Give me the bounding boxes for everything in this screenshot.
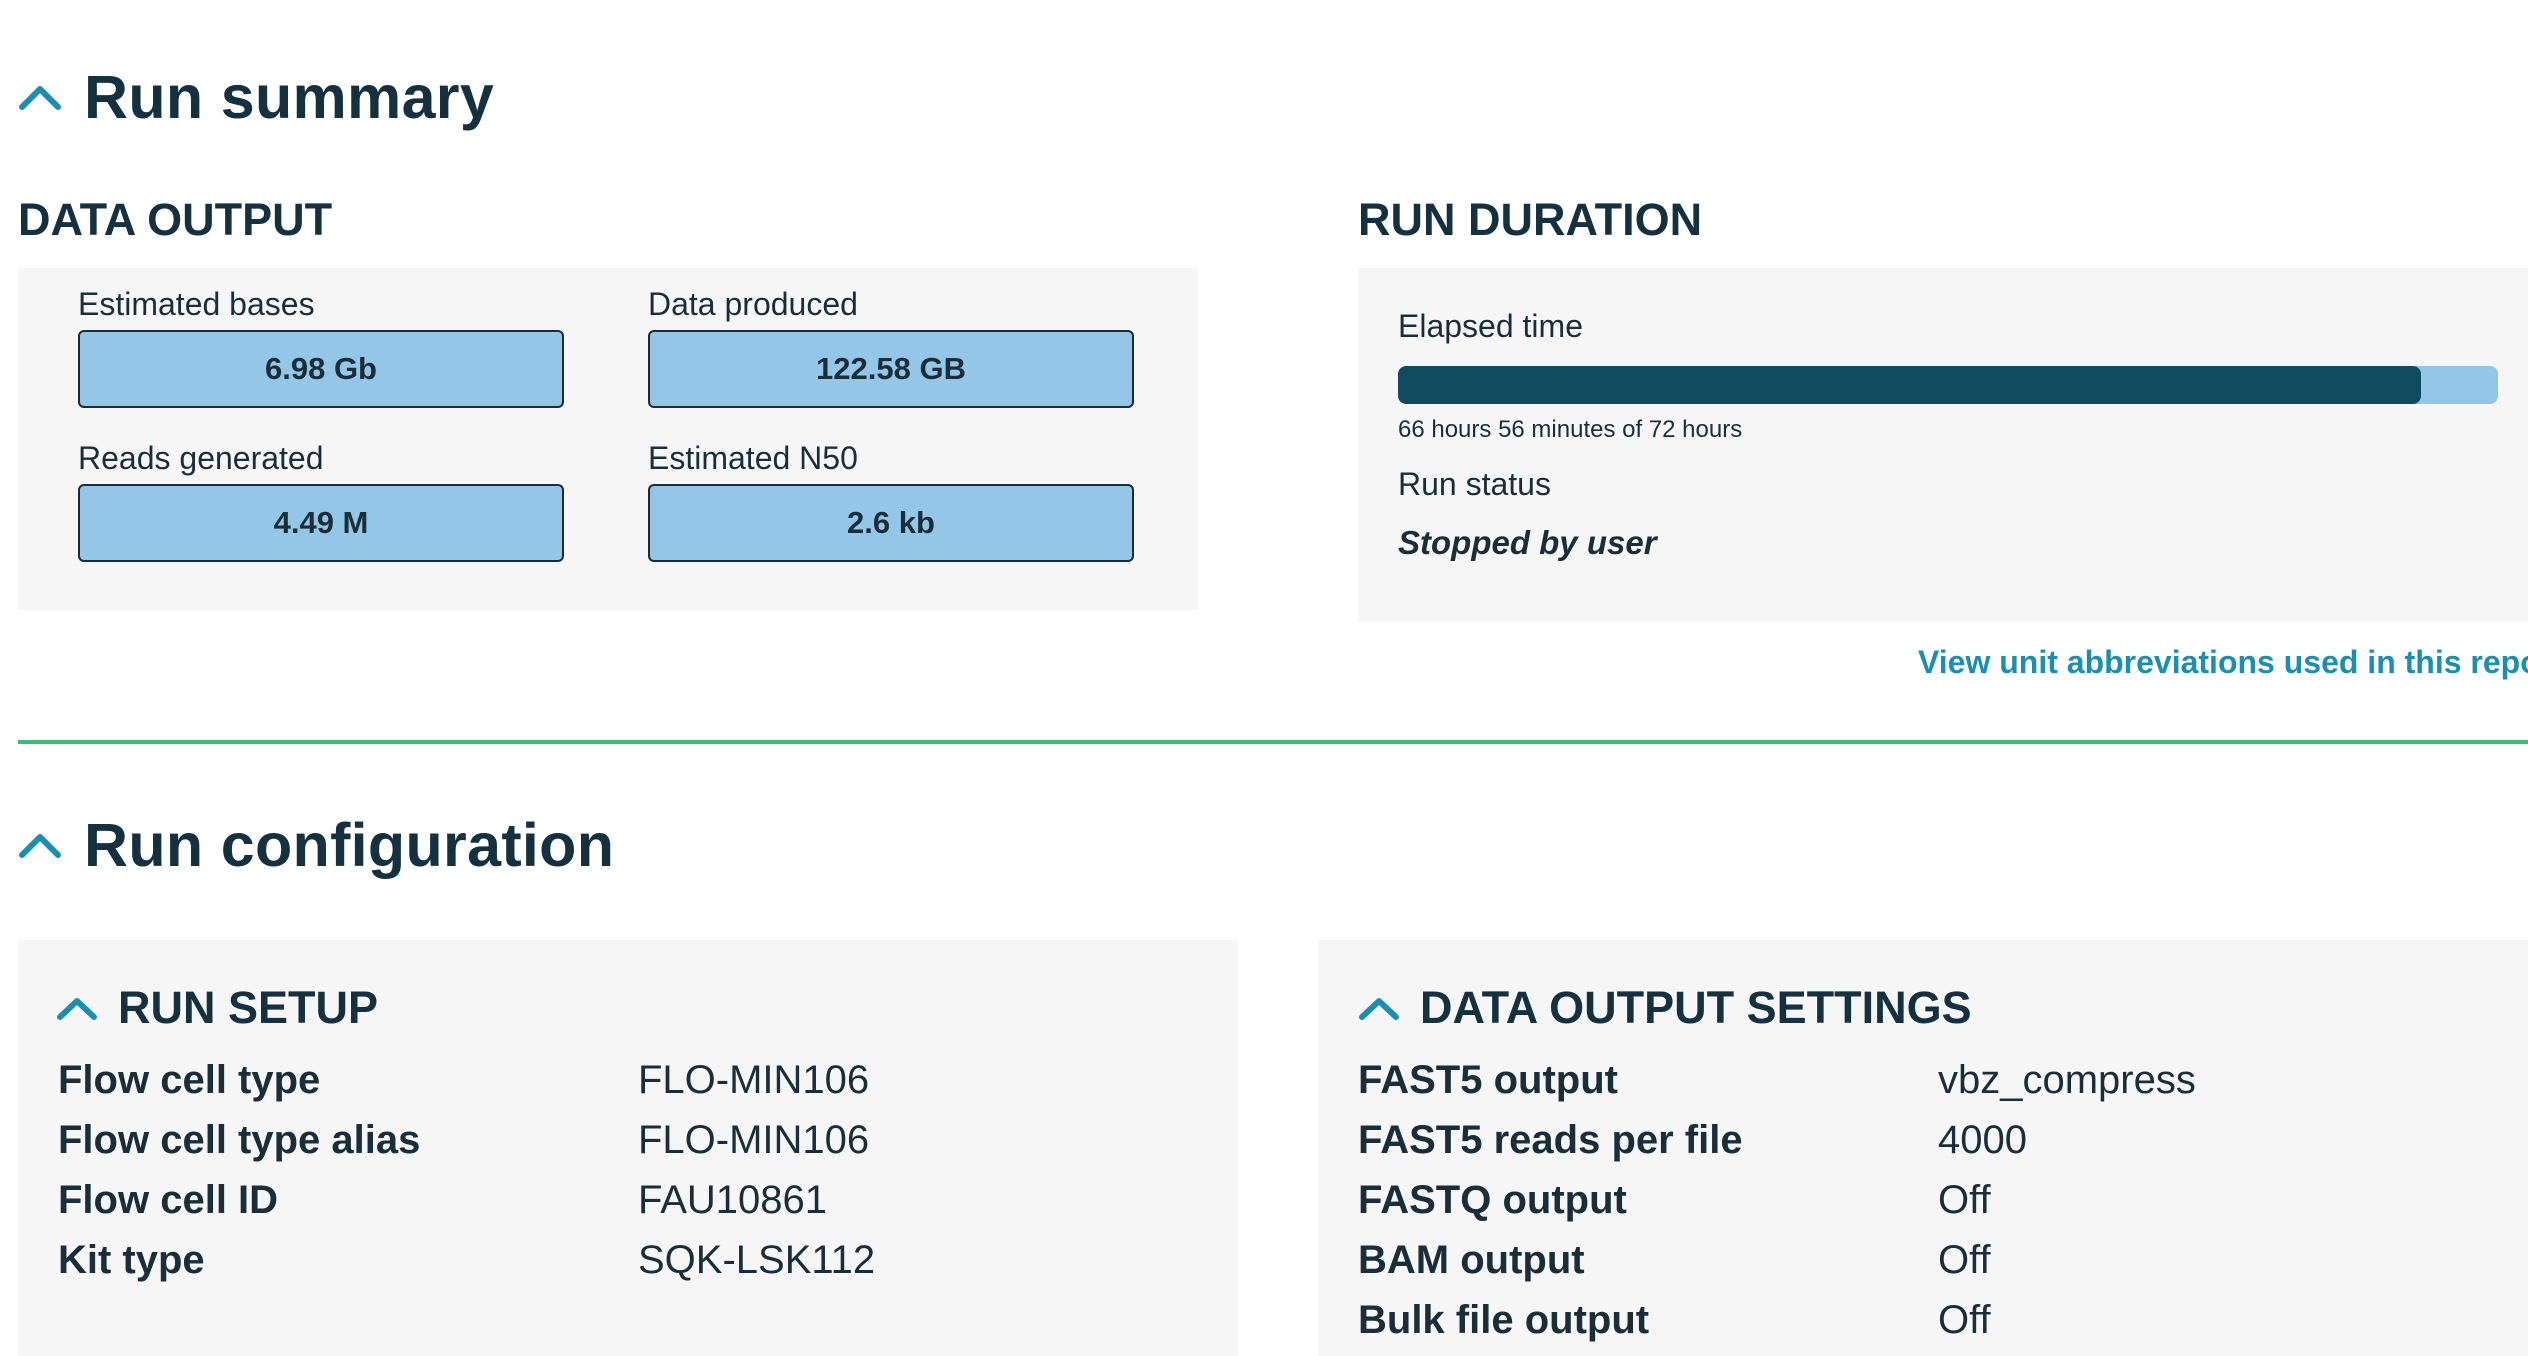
run-status-value: Stopped by user	[1398, 524, 1657, 561]
estimated-bases-value: 6.98 Gb	[78, 330, 564, 408]
section-divider	[18, 740, 2528, 744]
view-unit-abbreviations-link[interactable]: View unit abbreviations used in this rep…	[1918, 644, 2528, 681]
run-summary-header[interactable]: Run summary	[18, 62, 494, 132]
elapsed-time-label: Elapsed time	[1398, 308, 1583, 344]
estimated-bases-label: Estimated bases	[78, 286, 315, 322]
bam-output-value: Off	[1938, 1238, 1991, 1282]
estimated-n50-label: Estimated N50	[648, 440, 858, 476]
elapsed-progress-fill	[1398, 366, 2421, 404]
data-produced-label: Data produced	[648, 286, 858, 322]
chevron-up-icon[interactable]	[18, 83, 62, 111]
data-output-panel: Estimated bases 6.98 Gb Data produced 12…	[18, 268, 1198, 610]
estimated-n50-value: 2.6 kb	[648, 484, 1134, 562]
fast5-reads-per-file-value: 4000	[1938, 1118, 2027, 1162]
chevron-up-icon[interactable]	[56, 995, 98, 1021]
elapsed-time-text: 66 hours 56 minutes of 72 hours	[1398, 416, 1743, 443]
flow-cell-type-alias-value: FLO-MIN106	[638, 1118, 870, 1162]
flow-cell-id-value: FAU10861	[638, 1178, 828, 1222]
run-setup-heading: RUN SETUP	[118, 982, 379, 1033]
kit-type-key: Kit type	[58, 1238, 205, 1282]
run-configuration-title: Run configuration	[84, 811, 615, 879]
fast5-reads-per-file-key: FAST5 reads per file	[1358, 1118, 1743, 1162]
run-setup-panel: RUN SETUP Flow cell type FLO-MIN106 Flow…	[18, 940, 1238, 1356]
run-setup-header[interactable]: RUN SETUP	[56, 982, 378, 1034]
kit-type-value: SQK-LSK112	[638, 1238, 876, 1282]
bam-output-key: BAM output	[1358, 1238, 1585, 1282]
fastq-output-value: Off	[1938, 1178, 1991, 1222]
flow-cell-id-key: Flow cell ID	[58, 1178, 279, 1222]
data-produced-value: 122.58 GB	[648, 330, 1134, 408]
fast5-output-key: FAST5 output	[1358, 1058, 1618, 1102]
flow-cell-type-value: FLO-MIN106	[638, 1058, 870, 1102]
fastq-output-key: FASTQ output	[1358, 1178, 1627, 1222]
run-configuration-header[interactable]: Run configuration	[18, 810, 614, 880]
reads-generated-value: 4.49 M	[78, 484, 564, 562]
run-summary-title: Run summary	[84, 63, 495, 131]
reads-generated-label: Reads generated	[78, 440, 324, 476]
chevron-up-icon[interactable]	[18, 831, 62, 859]
flow-cell-type-alias-key: Flow cell type alias	[58, 1118, 421, 1162]
run-status-label: Run status	[1398, 466, 1551, 502]
data-output-settings-heading: DATA OUTPUT SETTINGS	[1420, 982, 1972, 1033]
elapsed-progress-bar	[1398, 366, 2498, 404]
chevron-up-icon[interactable]	[1358, 995, 1400, 1021]
run-duration-heading: RUN DURATION	[1358, 194, 1703, 245]
data-output-settings-panel: DATA OUTPUT SETTINGS FAST5 output vbz_co…	[1318, 940, 2528, 1356]
report-page: Run summary DATA OUTPUT Estimated bases …	[0, 0, 2528, 1356]
data-output-heading: DATA OUTPUT	[18, 194, 333, 245]
flow-cell-type-key: Flow cell type	[58, 1058, 321, 1102]
fast5-output-value: vbz_compress	[1938, 1058, 2196, 1102]
bulk-file-output-value: Off	[1938, 1298, 1991, 1342]
data-output-settings-header[interactable]: DATA OUTPUT SETTINGS	[1358, 982, 1972, 1034]
run-duration-panel: Elapsed time 66 hours 56 minutes of 72 h…	[1358, 268, 2528, 622]
bulk-file-output-key: Bulk file output	[1358, 1298, 1650, 1342]
